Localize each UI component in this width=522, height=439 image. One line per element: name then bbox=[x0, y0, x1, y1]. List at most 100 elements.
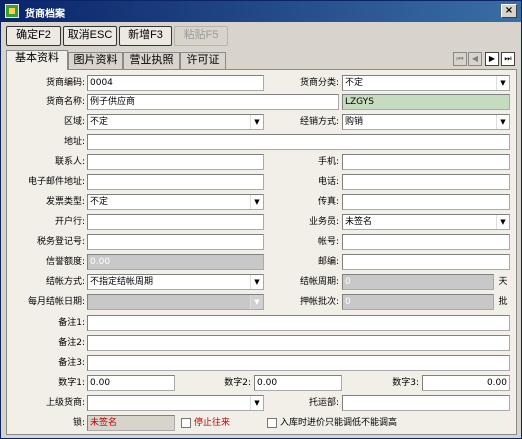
chevron-down-icon[interactable]: ▼ bbox=[496, 76, 509, 90]
invoice-type-label: 发票类型: bbox=[45, 197, 85, 207]
add-button[interactable]: 新增F3 bbox=[119, 26, 172, 46]
mobile-label: 手机: bbox=[317, 157, 339, 167]
account-label: 帐号: bbox=[317, 237, 339, 247]
salesman-select[interactable]: 未签名 ▼ bbox=[342, 214, 510, 230]
pledge-batch-label: 押帐批次: bbox=[299, 297, 339, 307]
fax-field[interactable] bbox=[342, 194, 510, 210]
window-title: 货商档案 bbox=[25, 9, 65, 20]
name-field[interactable]: 例子供应商 bbox=[87, 94, 339, 110]
contact-label: 联系人: bbox=[54, 157, 85, 167]
note3-label: 备注3: bbox=[58, 358, 85, 368]
num3-field[interactable]: 0.00 bbox=[422, 375, 510, 391]
postcode-label: 邮编: bbox=[317, 257, 339, 267]
prev-record-icon[interactable]: ◀ bbox=[468, 52, 482, 66]
credit-label: 信誉额度: bbox=[45, 257, 85, 267]
chevron-down-icon[interactable]: ▼ bbox=[250, 195, 263, 209]
invoice-type-value: 不定 bbox=[90, 197, 109, 207]
price-lock-label: 入库时进价只能调低不能调高 bbox=[280, 418, 398, 428]
note3-field[interactable] bbox=[87, 355, 510, 371]
paste-button[interactable]: 粘贴F5 bbox=[174, 26, 228, 46]
category-select[interactable]: 不定 ▼ bbox=[342, 75, 510, 91]
phone-label: 电话: bbox=[317, 177, 339, 187]
business-mode-value: 购销 bbox=[345, 117, 364, 127]
chevron-down-icon[interactable]: ▼ bbox=[250, 275, 263, 289]
tab-basic-info[interactable]: 基本资料 bbox=[6, 50, 68, 70]
tab-permit[interactable]: 许可证 bbox=[180, 52, 226, 69]
num2-field[interactable]: 0.00 bbox=[254, 375, 342, 391]
settle-cycle-field[interactable]: 0 bbox=[342, 274, 494, 290]
phone-field[interactable] bbox=[342, 174, 510, 190]
mobile-field[interactable] bbox=[342, 154, 510, 170]
parent-supplier-label: 上级货商: bbox=[45, 398, 85, 408]
last-record-icon[interactable]: ⏭ bbox=[501, 52, 515, 66]
email-field[interactable] bbox=[87, 174, 264, 190]
price-lock-checkbox[interactable] bbox=[267, 418, 277, 428]
business-mode-label: 经销方式: bbox=[299, 117, 339, 127]
note1-field[interactable] bbox=[87, 315, 510, 331]
pinyin-code-field[interactable]: LZGYS bbox=[342, 94, 510, 110]
name-label: 货商名称: bbox=[45, 97, 85, 107]
num3-label: 数字3: bbox=[392, 378, 419, 388]
region-select[interactable]: 不定 ▼ bbox=[87, 114, 264, 130]
lock-label: 锁: bbox=[72, 418, 85, 428]
lock-field[interactable]: 未签名 bbox=[87, 415, 175, 431]
chevron-down-icon[interactable]: ▼ bbox=[250, 115, 263, 129]
code-field[interactable]: 0004 bbox=[87, 75, 264, 91]
code-label: 货商编码: bbox=[45, 78, 85, 88]
credit-field[interactable]: 0.00 bbox=[87, 254, 264, 270]
parent-supplier-select[interactable]: ▼ bbox=[87, 395, 264, 411]
stop-trade-label: 停止往来 bbox=[194, 418, 231, 428]
ok-button[interactable]: 确定F2 bbox=[6, 26, 61, 46]
monthly-date-label: 每月结帐日期: bbox=[27, 297, 85, 307]
stop-trade-checkbox[interactable] bbox=[181, 418, 191, 428]
chevron-down-icon[interactable]: ▼ bbox=[496, 215, 509, 229]
tab-images[interactable]: 图片资料 bbox=[68, 52, 123, 69]
postcode-field[interactable] bbox=[342, 254, 510, 270]
category-label: 货商分类: bbox=[299, 78, 339, 88]
monthly-date-select[interactable]: ▼ bbox=[87, 294, 264, 310]
address-label: 地址: bbox=[63, 137, 85, 147]
settle-cycle-unit: 天 bbox=[498, 277, 508, 287]
chevron-down-icon[interactable]: ▼ bbox=[250, 396, 263, 410]
invoice-type-select[interactable]: 不定 ▼ bbox=[87, 194, 264, 210]
email-label: 电子邮件地址: bbox=[27, 177, 85, 187]
consign-label: 托运部: bbox=[308, 398, 339, 408]
fax-label: 传真: bbox=[317, 197, 339, 207]
bank-label: 开户行: bbox=[54, 217, 85, 227]
supplier-window: 货商档案 × 确定F2 取消ESC 新增F3 粘贴F5 基本资料 图片资料 营业… bbox=[0, 0, 522, 439]
next-record-icon[interactable]: ▶ bbox=[485, 52, 499, 66]
note1-label: 备注1: bbox=[58, 318, 85, 328]
close-button[interactable]: × bbox=[501, 4, 517, 18]
tax-no-field[interactable] bbox=[87, 234, 264, 250]
settle-mode-select[interactable]: 不指定结帐周期 ▼ bbox=[87, 274, 264, 290]
note2-field[interactable] bbox=[87, 335, 510, 351]
region-value: 不定 bbox=[90, 117, 109, 127]
num1-field[interactable]: 0.00 bbox=[87, 375, 175, 391]
tax-no-label: 税务登记号: bbox=[36, 237, 85, 247]
salesman-label: 业务员: bbox=[308, 217, 339, 227]
settle-mode-value: 不指定结帐周期 bbox=[90, 277, 154, 287]
title-bar: 货商档案 × bbox=[1, 1, 521, 22]
consign-field[interactable] bbox=[342, 395, 510, 411]
salesman-value: 未签名 bbox=[345, 217, 373, 227]
account-field[interactable] bbox=[342, 234, 510, 250]
address-field[interactable] bbox=[87, 134, 510, 150]
cancel-button[interactable]: 取消ESC bbox=[63, 26, 117, 46]
num1-label: 数字1: bbox=[58, 378, 85, 388]
chevron-down-icon[interactable]: ▼ bbox=[496, 115, 509, 129]
business-mode-select[interactable]: 购销 ▼ bbox=[342, 114, 510, 130]
chevron-down-icon[interactable]: ▼ bbox=[250, 295, 263, 309]
region-label: 区域: bbox=[63, 117, 85, 127]
app-icon bbox=[5, 4, 19, 18]
pledge-batch-unit: 批 bbox=[498, 297, 508, 307]
note2-label: 备注2: bbox=[58, 338, 85, 348]
num2-label: 数字2: bbox=[224, 378, 251, 388]
first-record-icon[interactable]: ⏮ bbox=[453, 52, 467, 66]
pledge-batch-field[interactable]: 0 bbox=[342, 294, 494, 310]
category-value: 不定 bbox=[345, 78, 364, 88]
settle-mode-label: 结帐方式: bbox=[45, 277, 85, 287]
settle-cycle-label: 结帐周期: bbox=[299, 277, 339, 287]
tab-business-license[interactable]: 营业执照 bbox=[123, 52, 180, 69]
contact-field[interactable] bbox=[87, 154, 264, 170]
bank-field[interactable] bbox=[87, 214, 264, 230]
